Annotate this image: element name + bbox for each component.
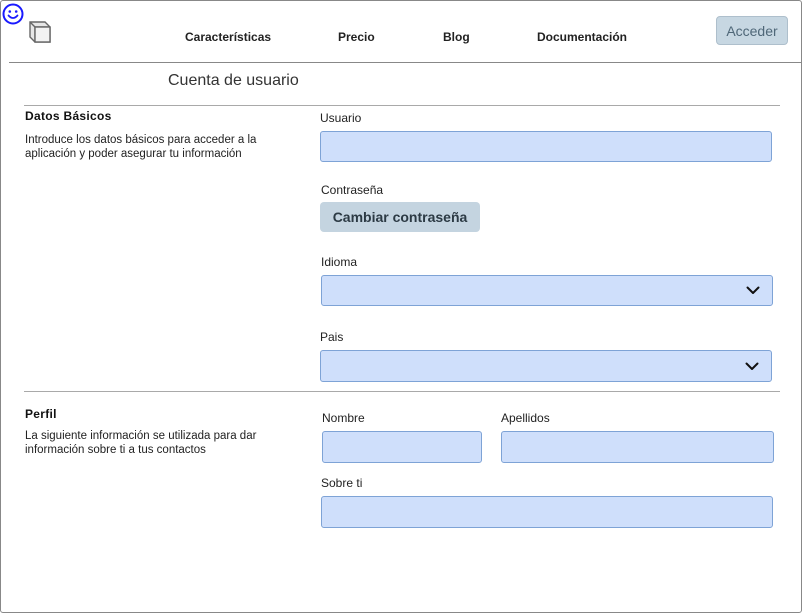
basic-section-desc: Introduce los datos básicos para acceder… <box>25 133 295 161</box>
about-label: Sobre ti <box>321 476 363 490</box>
profile-desc-line-2: información sobre ti a tus contactos <box>25 444 206 456</box>
basic-desc-line-2: aplicación y poder asegurar tu informaci… <box>25 148 242 160</box>
basic-section-title: Datos Básicos <box>25 109 112 123</box>
language-select[interactable] <box>321 275 773 306</box>
profile-section-title: Perfil <box>25 407 57 421</box>
change-password-button[interactable]: Cambiar contraseña <box>320 202 480 232</box>
username-input[interactable] <box>320 131 772 162</box>
logo-cube-icon <box>29 21 51 43</box>
login-button[interactable]: Acceder <box>716 16 788 45</box>
last-name-label: Apellidos <box>501 411 550 425</box>
section-divider <box>24 391 780 392</box>
chevron-down-icon <box>745 362 759 370</box>
nav-documentacion[interactable]: Documentación <box>537 30 627 44</box>
nav-caracteristicas[interactable]: Características <box>185 30 271 44</box>
country-select[interactable] <box>320 350 772 382</box>
about-input[interactable] <box>321 496 773 528</box>
chevron-down-icon <box>746 286 760 294</box>
profile-desc-line-1: La siguiente información se utilizada pa… <box>25 430 257 442</box>
first-name-input[interactable] <box>322 431 482 463</box>
nav-blog[interactable]: Blog <box>443 30 470 44</box>
nav-precio[interactable]: Precio <box>338 30 375 44</box>
language-label: Idioma <box>321 255 358 269</box>
basic-desc-line-1: Introduce los datos básicos para acceder… <box>25 134 257 146</box>
password-label: Contraseña <box>321 183 384 197</box>
username-label: Usuario <box>320 111 362 125</box>
header-divider <box>9 62 801 63</box>
title-divider <box>24 105 780 106</box>
last-name-input[interactable] <box>501 431 774 463</box>
profile-section-desc: La siguiente información se utilizada pa… <box>25 429 295 457</box>
page-title: Cuenta de usuario <box>168 72 299 89</box>
first-name-label: Nombre <box>322 411 365 425</box>
smiley-icon <box>2 3 24 25</box>
country-label: Pais <box>320 330 344 344</box>
